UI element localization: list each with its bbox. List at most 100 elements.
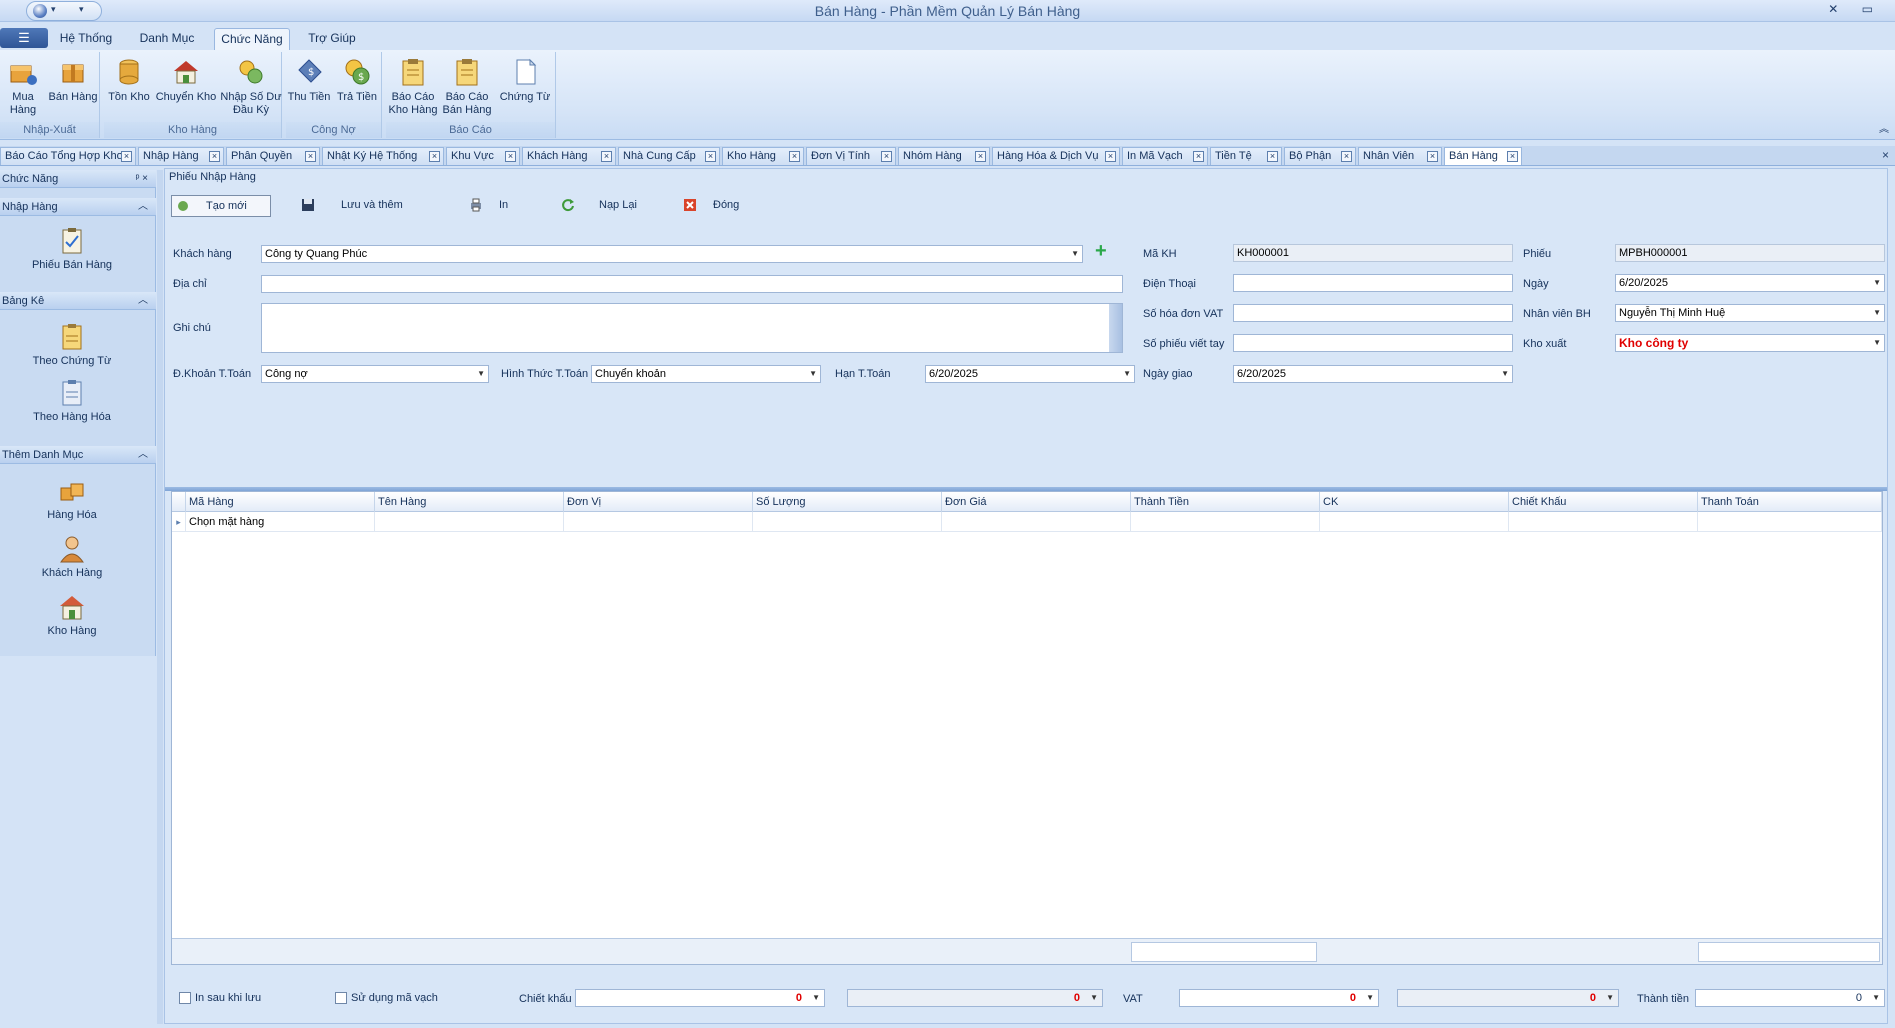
doc-tab[interactable]: Nhật Ký Hệ Thống × [322, 147, 444, 165]
ban-hang-button[interactable]: Bán Hàng [48, 56, 98, 104]
doc-tab[interactable]: Đơn Vị Tính × [806, 147, 896, 165]
close-icon[interactable]: × [705, 151, 716, 162]
kho-xuat-select[interactable]: Kho công ty ▼ [1615, 334, 1885, 352]
print-button[interactable]: In [469, 195, 539, 217]
vat-percent[interactable]: 0 ▼ [1179, 989, 1379, 1007]
close-icon[interactable]: × [1267, 151, 1278, 162]
mua-hang-button[interactable]: Mua Hàng [0, 56, 46, 117]
dropdown-arrow-icon[interactable]: ▼ [1366, 990, 1374, 1006]
doc-tab[interactable]: Báo Cáo Tổng Hợp Kho × [0, 147, 136, 165]
grid-new-row[interactable]: ▸ Chọn mặt hàng [172, 512, 1882, 532]
in-sau-khi-luu-checkbox[interactable] [179, 992, 191, 1004]
close-icon[interactable]: × [975, 151, 986, 162]
grid-cell[interactable] [753, 512, 942, 532]
tra-tien-button[interactable]: $ Trả Tiền [334, 56, 380, 104]
grid-cell[interactable] [1131, 512, 1320, 532]
bao-cao-ban-hang-button[interactable]: Báo Cáo Bán Hàng [440, 56, 494, 117]
nav-item-phieu-ban-hang[interactable]: Phiếu Bán Hàng [0, 226, 144, 271]
grid-cell[interactable] [1509, 512, 1698, 532]
nav-section-them-danh-muc[interactable]: Thêm Danh Mục ︿ [0, 446, 156, 464]
dk-toan-select[interactable]: Công nợ ▼ [261, 365, 489, 383]
tab-danh-muc[interactable]: Danh Mục [134, 28, 200, 50]
doc-tab[interactable]: Kho Hàng × [722, 147, 804, 165]
collapse-icon[interactable]: ︿ [138, 446, 148, 464]
doc-tab[interactable]: Nhóm Hàng × [898, 147, 990, 165]
col-chiet-khau[interactable]: Chiết Khấu [1509, 492, 1698, 512]
col-ck[interactable]: CK [1320, 492, 1509, 512]
nav-section-bang-ke[interactable]: Bảng Kê ︿ [0, 292, 156, 310]
doc-tab[interactable]: In Mã Vạch × [1122, 147, 1208, 165]
close-icon[interactable]: × [789, 151, 800, 162]
chuyen-kho-button[interactable]: Chuyển Kho [154, 56, 218, 104]
close-icon[interactable]: × [1105, 151, 1116, 162]
ngay-date[interactable]: 6/20/2025 ▼ [1615, 274, 1885, 292]
collapse-ribbon-icon[interactable]: ︽ [1879, 120, 1889, 135]
so-hd-vat-input[interactable] [1233, 304, 1513, 322]
doc-tab[interactable]: Khách Hàng × [522, 147, 616, 165]
col-don-gia[interactable]: Đơn Giá [942, 492, 1131, 512]
chung-tu-button[interactable]: Chứng Từ [496, 56, 554, 104]
collapse-icon[interactable]: ︿ [138, 198, 148, 216]
items-grid[interactable]: Mã Hàng Tên Hàng Đơn Vị Số Lượng Đơn Giá… [171, 491, 1883, 965]
hinh-thuc-select[interactable]: Chuyển khoản ▼ [591, 365, 821, 383]
tao-moi-button[interactable]: Tạo mới [171, 195, 271, 217]
ton-kho-button[interactable]: Tồn Kho [106, 56, 152, 104]
nav-item-hang-hoa[interactable]: Hàng Hóa [0, 476, 144, 521]
scrollbar[interactable] [1109, 304, 1122, 352]
nav-item-kho-hang[interactable]: Kho Hàng [0, 592, 144, 637]
ghi-chu-textarea[interactable] [261, 303, 1123, 353]
close-icon[interactable]: × [1427, 151, 1438, 162]
ngay-giao-date[interactable]: 6/20/2025 ▼ [1233, 365, 1513, 383]
su-dung-ma-vach-checkbox[interactable] [335, 992, 347, 1004]
doc-tab[interactable]: Bộ Phận × [1284, 147, 1356, 165]
col-don-vi[interactable]: Đơn Vị [564, 492, 753, 512]
close-all-icon[interactable]: × [1882, 148, 1889, 162]
pin-close-icon[interactable]: ᵖ × [136, 170, 148, 188]
grid-cell[interactable] [375, 512, 564, 532]
thu-tien-button[interactable]: $ Thu Tiền [286, 56, 332, 104]
nav-splitter[interactable] [157, 170, 163, 1024]
dropdown-arrow-icon[interactable]: ▼ [1873, 335, 1881, 351]
nav-item-khach-hang[interactable]: Khách Hàng [0, 534, 144, 579]
dropdown-arrow-icon[interactable]: ▼ [1872, 990, 1880, 1006]
close-icon[interactable]: × [1341, 151, 1352, 162]
doc-tab[interactable]: Nhập Hàng × [138, 147, 224, 165]
grid-cell[interactable] [942, 512, 1131, 532]
doc-tab[interactable]: Tiền Tệ × [1210, 147, 1282, 165]
close-icon[interactable]: × [305, 151, 316, 162]
close-icon[interactable]: × [209, 151, 220, 162]
close-icon[interactable]: × [1193, 151, 1204, 162]
grid-cell[interactable] [1320, 512, 1509, 532]
dien-thoai-input[interactable] [1233, 274, 1513, 292]
grid-cell[interactable] [1698, 512, 1882, 532]
dropdown-arrow-icon[interactable]: ▼ [812, 990, 820, 1006]
nhap-so-du-button[interactable]: Nhập Số Dư Đầu Kỳ [220, 56, 282, 117]
nhan-vien-bh-select[interactable]: Nguyễn Thị Minh Huệ ▼ [1615, 304, 1885, 322]
nav-item-theo-hang-hoa[interactable]: Theo Hàng Hóa [0, 378, 144, 423]
nap-lai-button[interactable]: Nạp Lại [561, 195, 661, 217]
dong-button[interactable]: Đóng [683, 195, 763, 217]
chiet-khau-percent[interactable]: 0 ▼ [575, 989, 825, 1007]
new-row-cell[interactable]: Chọn mặt hàng [186, 512, 375, 532]
dropdown-arrow-icon[interactable]: ▼ [1501, 366, 1509, 382]
doc-tab-active[interactable]: Bán Hàng × [1444, 147, 1522, 165]
close-icon[interactable]: × [1507, 151, 1518, 162]
doc-tab[interactable]: Phân Quyền × [226, 147, 320, 165]
dropdown-arrow-icon[interactable]: ▼ [1873, 275, 1881, 291]
tab-chuc-nang[interactable]: Chức Năng [214, 28, 290, 50]
luu-va-them-button[interactable]: Lưu và thêm [301, 195, 421, 217]
col-thanh-toan[interactable]: Thanh Toán [1698, 492, 1882, 512]
app-menu-button[interactable]: ☰ [0, 28, 48, 48]
bao-cao-kho-hang-button[interactable]: Báo Cáo Kho Hàng [386, 56, 440, 117]
col-so-luong[interactable]: Số Lượng [753, 492, 942, 512]
thanh-tien-total[interactable]: 0 ▼ [1695, 989, 1885, 1007]
nav-section-nhap-hang[interactable]: Nhập Hàng ︿ [0, 198, 156, 216]
so-phieu-viet-tay-input[interactable] [1233, 334, 1513, 352]
doc-tab[interactable]: Nhà Cung Cấp × [618, 147, 720, 165]
khach-hang-combo[interactable]: Công ty Quang Phúc ▼ [261, 245, 1083, 263]
col-ma-hang[interactable]: Mã Hàng [186, 492, 375, 512]
window-controls[interactable]: ✕ ▭ [1828, 2, 1883, 16]
han-toan-date[interactable]: 6/20/2025 ▼ [925, 365, 1135, 383]
dropdown-arrow-icon[interactable]: ▼ [1123, 366, 1131, 382]
dia-chi-input[interactable] [261, 275, 1123, 293]
